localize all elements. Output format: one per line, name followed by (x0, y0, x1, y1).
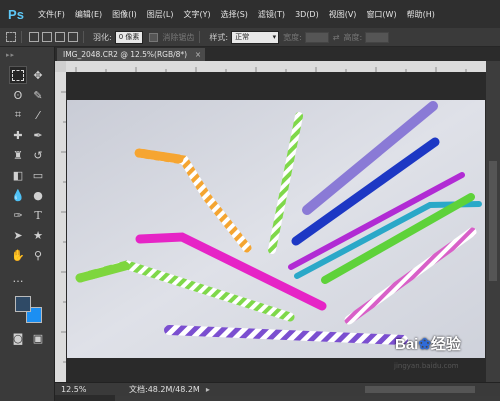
hand-tool-icon[interactable]: ✋ (9, 246, 27, 264)
document-tab-bar: IMG_2048.CR2 @ 12.5%(RGB/8*) × (55, 47, 500, 62)
orange-straw-tip (134, 148, 184, 164)
new-selection-icon[interactable] (29, 32, 39, 42)
ruler-origin[interactable] (55, 61, 66, 72)
foreground-color-swatch[interactable] (15, 296, 31, 312)
lasso-tool-icon[interactable]: ʘ (9, 86, 27, 104)
status-bar: 12.5% 文档:48.2M/48.2M ▸ (55, 382, 500, 396)
menu-edit[interactable]: 编辑(E) (70, 9, 107, 20)
document-tab[interactable]: IMG_2048.CR2 @ 12.5%(RGB/8*) × (57, 48, 206, 61)
horizontal-scrollbar[interactable] (365, 386, 475, 393)
menu-type[interactable]: 文字(Y) (178, 9, 215, 20)
width-input (304, 31, 329, 43)
ruler-ticks (75, 67, 467, 72)
quick-selection-tool-icon[interactable]: ✎ (29, 86, 47, 104)
baidu-watermark: Bai❀经验 (395, 333, 461, 354)
menu-select[interactable]: 选择(S) (216, 9, 253, 20)
divider (199, 31, 201, 43)
eraser-tool-icon[interactable]: ◧ (9, 166, 27, 184)
menu-filter[interactable]: 滤镜(T) (253, 9, 290, 20)
subtract-selection-icon[interactable] (55, 32, 65, 42)
dodge-tool-icon[interactable]: ● (29, 186, 47, 204)
menu-file[interactable]: 文件(F) (33, 9, 70, 20)
clone-stamp-tool-icon[interactable]: ♜ (9, 146, 27, 164)
menu-bar: Ps 文件(F) 编辑(E) 图像(I) 图层(L) 文字(Y) 选择(S) 滤… (0, 0, 500, 29)
shape-tool-icon[interactable]: ★ (29, 226, 47, 244)
healing-brush-tool-icon[interactable]: ✚ (9, 126, 27, 144)
document-image[interactable] (67, 100, 485, 358)
menu-window[interactable]: 窗口(W) (361, 9, 401, 20)
intersect-selection-icon[interactable] (68, 32, 78, 42)
watermark-url: jingyan.baidu.com (394, 362, 459, 370)
document-tab-title: IMG_2048.CR2 @ 12.5%(RGB/8*) (63, 50, 188, 59)
type-tool-icon[interactable]: T (29, 206, 47, 224)
document-size: 文档:48.2M/48.2M (129, 385, 200, 394)
swap-icon: ⇄ (332, 32, 340, 42)
path-selection-tool-icon[interactable]: ➤ (9, 226, 27, 244)
style-select[interactable]: 正常 (231, 30, 280, 44)
eyedropper-tool-icon[interactable]: ⁄ (29, 106, 47, 124)
menu-image[interactable]: 图像(I) (107, 9, 142, 20)
pen-tool-icon[interactable]: ✑ (9, 206, 27, 224)
menu-3d[interactable]: 3D(D) (290, 10, 324, 19)
tools-panel: ▸▸ ✥ ʘ ✎ ⌗ ⁄ ✚ ✒ ♜ ↺ ◧ ▭ 💧 ● ✑ T ➤ ★ ✋ ⚲… (0, 47, 55, 401)
scrollbar-thumb[interactable] (489, 161, 497, 281)
crop-tool-icon[interactable]: ⌗ (9, 106, 27, 124)
screen-mode-icon[interactable]: ▣ (29, 329, 47, 347)
quick-mask-icon[interactable]: ◙ (9, 329, 27, 347)
status-arrow-icon[interactable]: ▸ (206, 385, 210, 394)
photoshop-logo: Ps (8, 6, 24, 22)
move-tool-icon[interactable]: ✥ (29, 66, 47, 84)
menu-view[interactable]: 视图(V) (324, 9, 362, 20)
history-brush-tool-icon[interactable]: ↺ (29, 146, 47, 164)
rectangular-marquee-tool-icon[interactable] (9, 66, 27, 84)
divider (21, 31, 22, 43)
gradient-tool-icon[interactable]: ▭ (29, 166, 47, 184)
feather-input[interactable]: 0 像素 (114, 30, 144, 44)
feather-label: 羽化: (93, 32, 112, 42)
panel-grip[interactable]: ▸▸ (6, 51, 48, 59)
antialias-label: 消除锯齿 (162, 32, 195, 42)
divider (83, 31, 84, 43)
zoom-level[interactable]: 12.5% (61, 385, 95, 394)
menu-layer[interactable]: 图层(L) (142, 9, 179, 20)
panel-tab[interactable] (55, 395, 115, 401)
add-selection-icon[interactable] (42, 32, 52, 42)
options-bar: 羽化: 0 像素 消除锯齿 样式: 正常 宽度: ⇄ 高度: (0, 28, 500, 47)
antialias-checkbox[interactable] (149, 32, 159, 42)
style-label: 样式: (209, 32, 229, 42)
brush-tool-icon[interactable]: ✒ (29, 126, 47, 144)
ruler-ticks (61, 91, 66, 363)
marquee-preset-icon[interactable] (6, 32, 16, 42)
width-label: 宽度: (283, 32, 302, 42)
blur-tool-icon[interactable]: 💧 (9, 186, 27, 204)
paw-icon: ❀ (418, 336, 431, 353)
zoom-tool-icon[interactable]: ⚲ (29, 246, 47, 264)
watermark-brand: Bai (395, 336, 419, 353)
height-label: 高度: (343, 32, 363, 42)
extra-tools-icon[interactable]: … (9, 269, 27, 287)
close-icon[interactable]: × (195, 48, 201, 61)
height-input (365, 31, 390, 43)
menu-help[interactable]: 帮助(H) (402, 9, 440, 20)
vertical-scrollbar[interactable] (486, 61, 500, 382)
watermark-suffix: 经验 (430, 336, 461, 353)
